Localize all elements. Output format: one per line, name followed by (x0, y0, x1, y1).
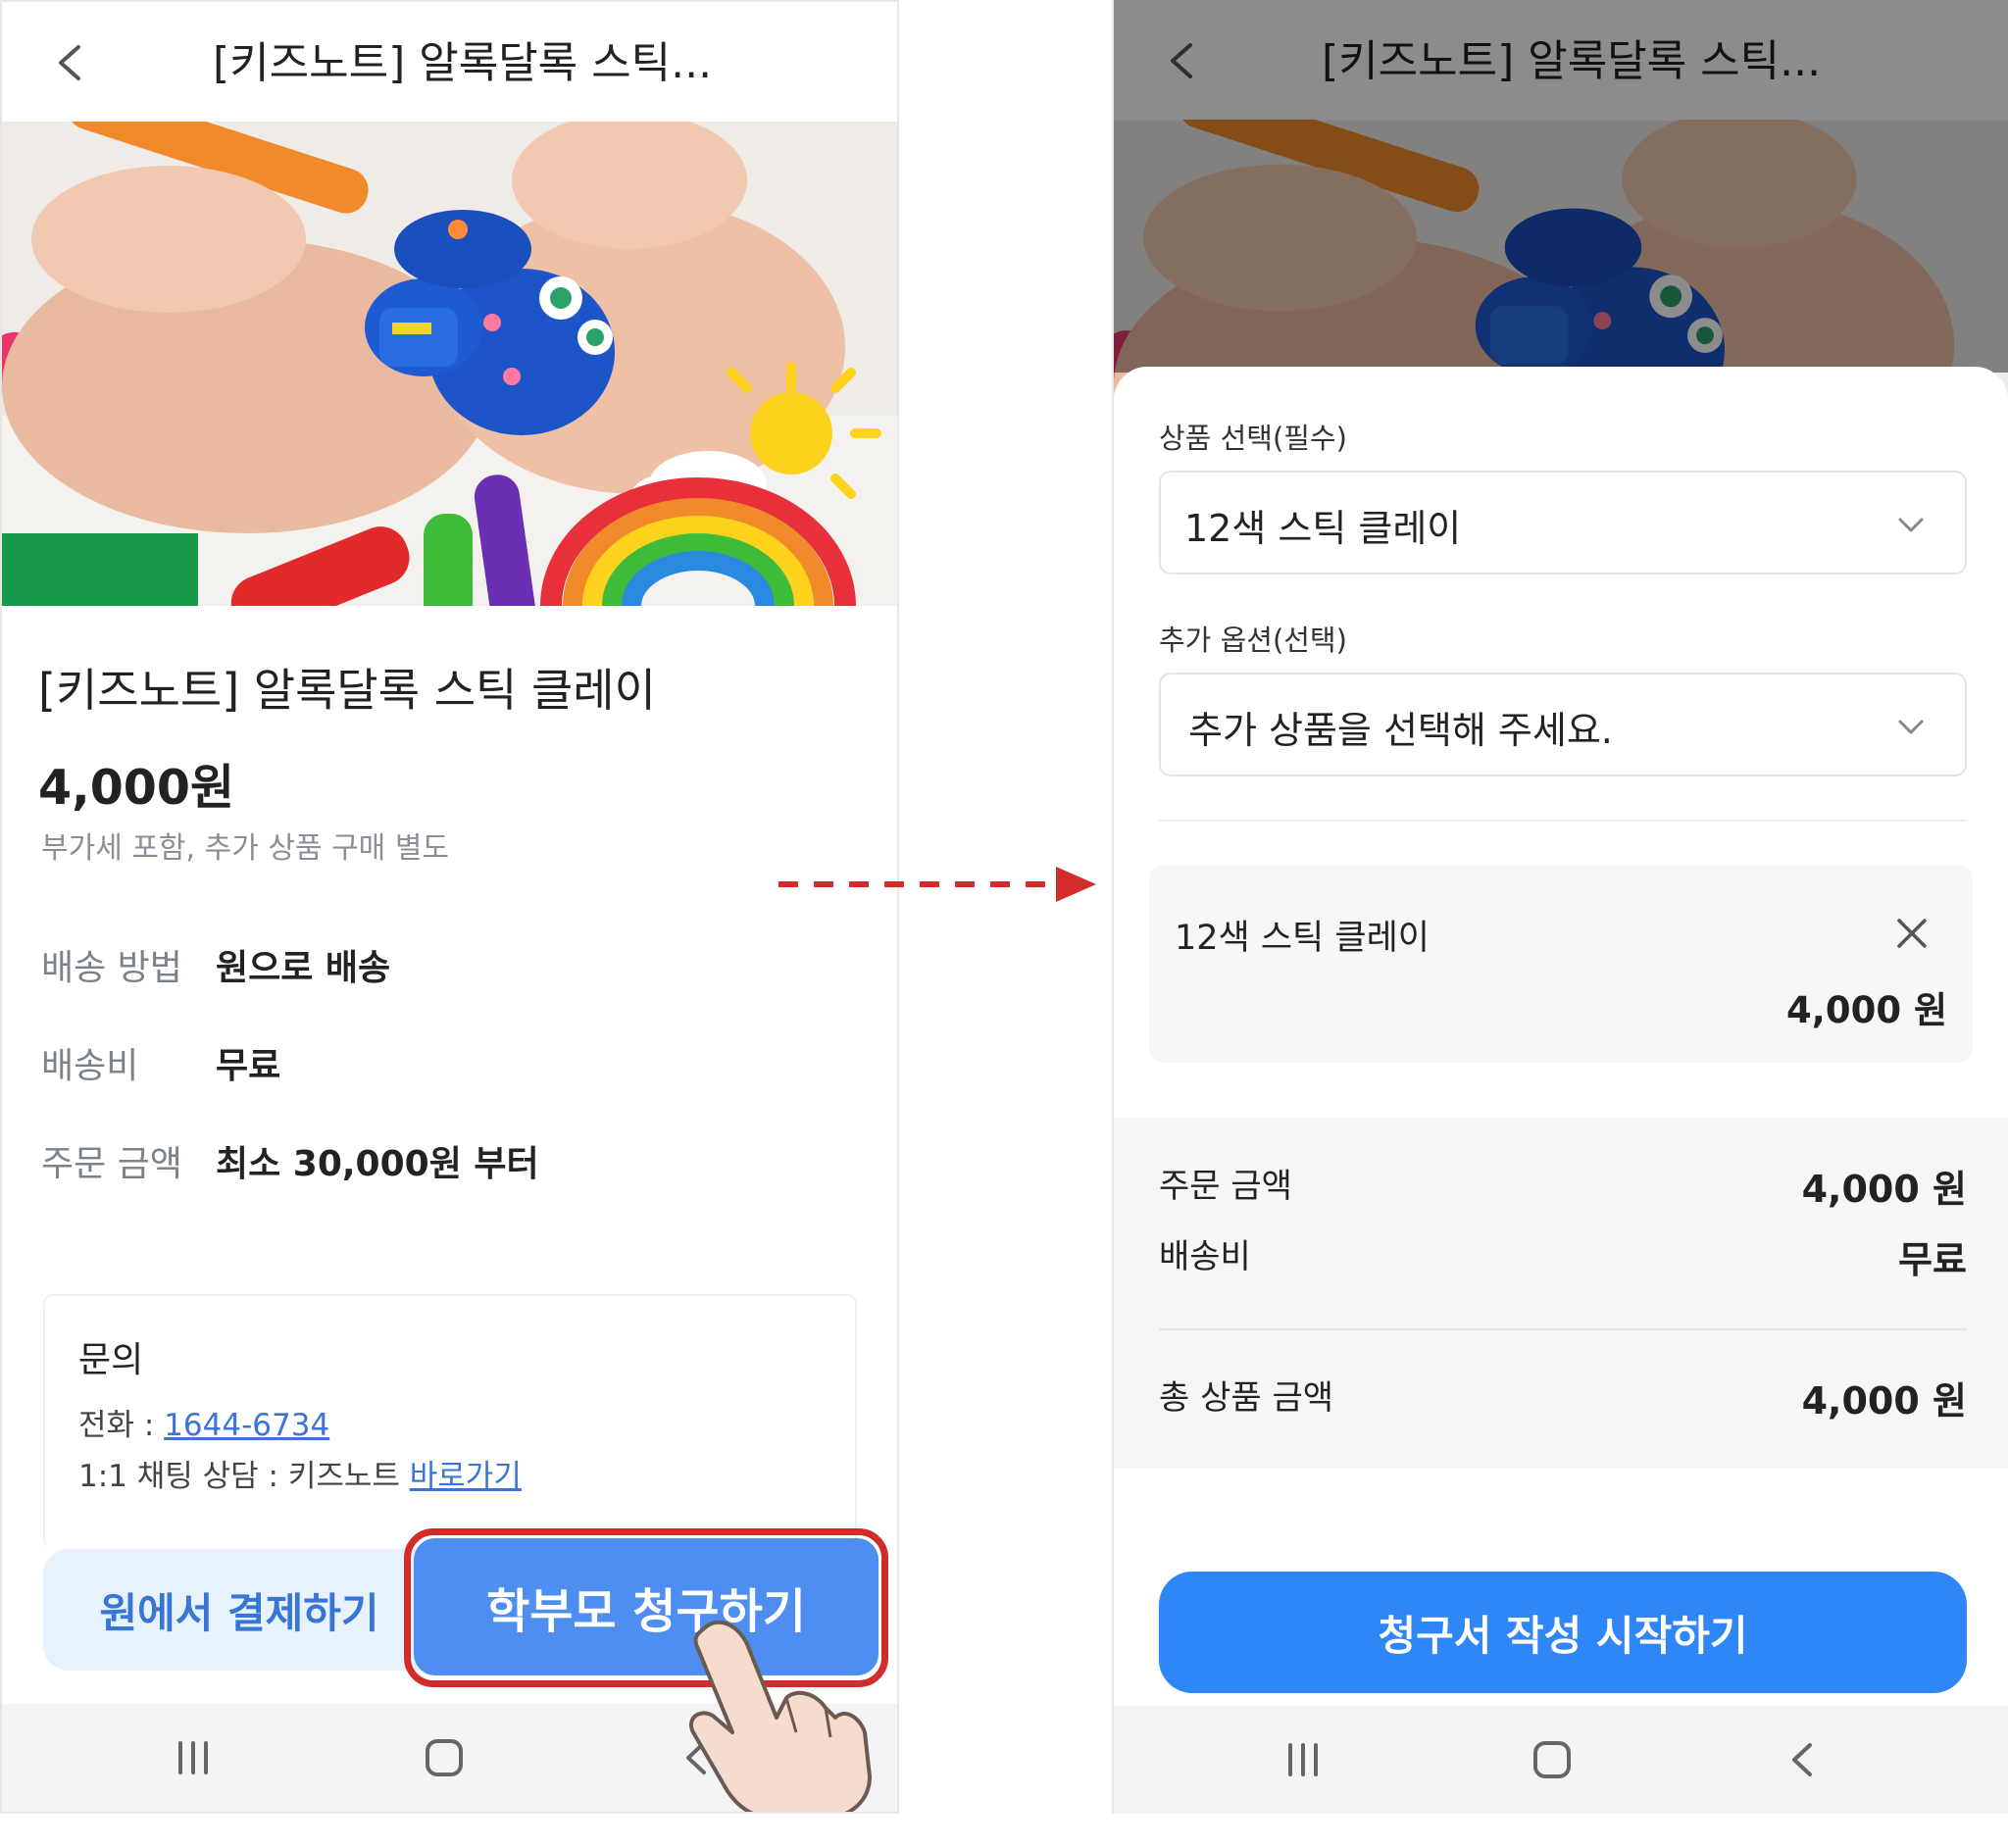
option-select-label: 추가 옵션(선택) (1159, 624, 1347, 657)
dashed-arrow-right-icon (778, 867, 1096, 902)
back-chevron-icon[interactable] (51, 41, 90, 84)
selected-item-name: 12색 스틱 클레이 (1175, 919, 1430, 958)
selected-item-card: 12색 스틱 클레이 4,000 원 (1149, 865, 1973, 1063)
price-summary: 주문 금액 4,000 원 배송비 무료 총 상품 금액 4,000 원 (1114, 1118, 2008, 1469)
option-select-placeholder: 추가 상품을 선택해 주세요. (1188, 709, 1613, 752)
start-invoice-button[interactable]: 청구서 작성 시작하기 (1159, 1572, 1967, 1693)
info-key: 배송 방법 (41, 948, 182, 988)
home-icon[interactable] (1528, 1735, 1577, 1784)
nav-back-icon[interactable] (1779, 1735, 1828, 1784)
system-nav-bar (1114, 1706, 2008, 1814)
info-value: 최소 30,000원 부터 (216, 1144, 539, 1184)
info-row-shipping-fee: 배송비 무료 (41, 1037, 280, 1088)
option-select-dropdown[interactable]: 추가 상품을 선택해 주세요. (1159, 673, 1967, 776)
summary-label: 주문 금액 (1159, 1167, 1292, 1206)
inquiry-chat-line: 1:1 채팅 상담 : 키즈노트 바로가기 (78, 1451, 522, 1495)
info-value: 원으로 배송 (216, 948, 391, 988)
recent-apps-icon[interactable] (1279, 1735, 1328, 1784)
home-icon[interactable] (420, 1733, 469, 1782)
info-row-order-amount: 주문 금액 최소 30,000원 부터 (41, 1135, 539, 1186)
summary-label: 총 상품 금액 (1159, 1378, 1334, 1418)
summary-value: 무료 (1898, 1238, 1967, 1281)
chat-label: 1:1 채팅 상담 : 키즈노트 (78, 1459, 410, 1494)
app-bar: [키즈노트] 알록달록 스틱... (2, 2, 897, 122)
product-select-label: 상품 선택(필수) (1159, 422, 1347, 455)
page-title: [키즈노트] 알록달록 스틱... (213, 38, 713, 88)
clay-photo-icon (2, 122, 897, 606)
divider (1159, 1328, 1967, 1330)
info-key: 배송비 (41, 1046, 139, 1086)
product-image (2, 122, 897, 606)
tap-hand-icon (689, 1620, 872, 1812)
inquiry-card: 문의 전화 : 1644-6734 1:1 채팅 상담 : 키즈노트 바로가기 (43, 1294, 857, 1549)
recent-apps-icon[interactable] (169, 1733, 218, 1782)
info-key: 주문 금액 (41, 1144, 182, 1184)
product-select-dropdown[interactable]: 12색 스틱 클레이 (1159, 471, 1967, 574)
price-note: 부가세 포함, 추가 상품 구매 별도 (41, 831, 450, 866)
summary-value: 4,000 원 (1801, 1379, 1967, 1423)
product-price: 4,000원 (38, 760, 235, 816)
summary-value: 4,000 원 (1801, 1168, 1967, 1211)
info-value: 무료 (216, 1046, 281, 1086)
dim-overlay[interactable] (1114, 0, 2008, 373)
chevron-down-icon (1898, 518, 1924, 532)
summary-label: 배송비 (1159, 1237, 1251, 1276)
product-detail-screen: [키즈노트] 알록달록 스틱... [키즈노트] 알록달록 스틱 클레이 4,0… (0, 0, 899, 1814)
inquiry-title: 문의 (78, 1340, 144, 1380)
product-select-value: 12색 스틱 클레이 (1184, 507, 1462, 550)
chat-shortcut-link[interactable]: 바로가기 (410, 1459, 522, 1494)
inquiry-phone-line: 전화 : 1644-6734 (78, 1400, 329, 1444)
pay-at-center-button[interactable]: 원에서 결제하기 (43, 1549, 435, 1671)
phone-label: 전화 : (78, 1408, 165, 1443)
info-row-delivery-method: 배송 방법 원으로 배송 (41, 939, 390, 990)
selected-item-price: 4,000 원 (1786, 989, 1947, 1031)
phone-link[interactable]: 1644-6734 (164, 1408, 329, 1443)
order-options-screen: [키즈노트] 알록달록 스틱... 상품 선택(필수) 12색 스틱 클레이 추… (1112, 0, 2008, 1814)
close-icon[interactable] (1894, 916, 1930, 951)
chevron-down-icon (1898, 720, 1924, 734)
product-name: [키즈노트] 알록달록 스틱 클레이 (38, 664, 656, 717)
divider (1159, 820, 1967, 822)
